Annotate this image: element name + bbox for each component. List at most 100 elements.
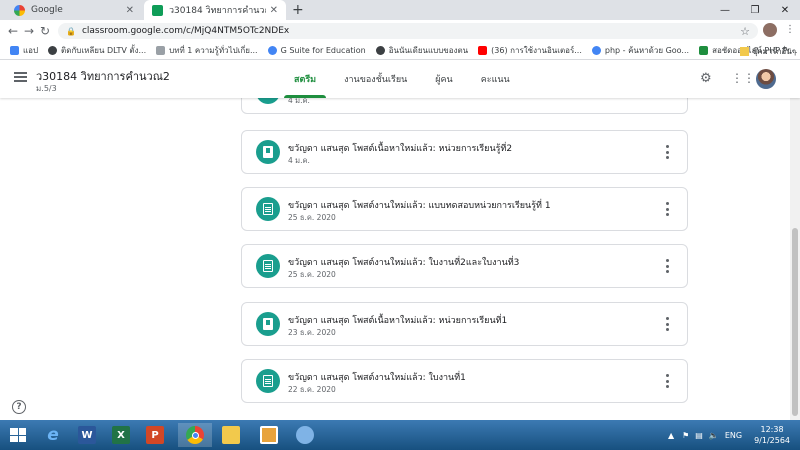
restore-icon[interactable]: ❐: [740, 0, 770, 20]
browser-profile-icon[interactable]: [763, 23, 777, 37]
assignment-icon: [256, 369, 280, 393]
bookmark-item[interactable]: G Suite for Education: [267, 46, 366, 55]
network-icon[interactable]: ▤: [695, 431, 703, 440]
page-scrollbar[interactable]: [790, 98, 800, 420]
assignment-icon: [256, 197, 280, 221]
photos-icon[interactable]: [252, 423, 286, 447]
post-date: 25 ธ.ค. 2020: [288, 270, 336, 279]
stream-post-card[interactable]: ขวัญดา แสนสุด โพสต์งานใหม่แล้ว: ใบงานที่…: [241, 359, 688, 403]
close-window-icon[interactable]: ✕: [770, 0, 800, 20]
powerpoint-icon[interactable]: P: [138, 423, 172, 447]
bookmark-item[interactable]: php - ค้นหาด้วย Goo...: [591, 44, 689, 57]
post-title: ขวัญดา แสนสุด โพสต์งานใหม่แล้ว: แบบทดสอบ…: [288, 201, 551, 211]
other-bookmarks[interactable]: บุ๊กมาร์กอื่นๆ: [739, 45, 796, 58]
class-nav-tabs: สตรีม งานของชั้นเรียน ผู้คน คะแนน: [280, 60, 524, 98]
site-icon: [48, 46, 58, 55]
post-date: 4 ม.ค.: [288, 98, 310, 105]
tab-people[interactable]: ผู้คน: [421, 60, 466, 98]
post-title: ขวัญดา แสนสุด โพสต์เนื้อหาใหม่แล้ว: หน่ว…: [288, 316, 508, 326]
browser-tab-classroom[interactable]: ว30184 วิทยาการคำนวณ2 ม.5/3 ✕: [144, 0, 286, 20]
bookmark-apps[interactable]: แอป: [10, 44, 38, 57]
tab-title: Google: [31, 5, 63, 15]
site-icon: [699, 46, 709, 55]
assignment-icon: [256, 254, 280, 278]
more-options-icon[interactable]: [665, 202, 669, 216]
browser-tab-strip: Google ✕ ว30184 วิทยาการคำนวณ2 ม.5/3 ✕ +…: [0, 0, 800, 20]
more-options-icon[interactable]: [665, 374, 669, 388]
settings-gear-icon[interactable]: ⚙: [700, 71, 712, 86]
post-title: ขวัญดา แสนสุด โพสต์งานใหม่แล้ว: ใบงานที่…: [288, 373, 466, 383]
post-date: 22 ธ.ค. 2020: [288, 385, 336, 394]
tab-grades[interactable]: คะแนน: [467, 60, 524, 98]
class-section: ม.5/3: [36, 84, 57, 93]
close-tab-icon[interactable]: ✕: [270, 5, 278, 16]
bookmark-item[interactable]: บทที่ 1 ความรู้ทั่วไปเกี่ย...: [156, 44, 258, 57]
windows-taskbar: e W X P ▲ ⚑ ▤ 🔈 ENG 12:38 9/1/2564: [0, 420, 800, 450]
bookmark-item[interactable]: (36) การใช้งานอินเตอร์...: [478, 44, 582, 57]
back-icon[interactable]: ←: [8, 24, 18, 38]
main-menu-icon[interactable]: [14, 72, 27, 82]
post-date: 4 ม.ค.: [288, 156, 310, 165]
reload-icon[interactable]: ↻: [40, 24, 50, 38]
stream-post-card[interactable]: ขวัญดา แสนสุด โพสต์เนื้อหาใหม่แล้ว: หน่ว…: [241, 130, 688, 174]
new-tab-icon[interactable]: +: [292, 2, 304, 18]
book-icon: [256, 312, 280, 336]
word-icon[interactable]: W: [70, 423, 104, 447]
bookmarks-bar: แอป ติดกับเหลียน DLTV ตั้ง... บทที่ 1 คว…: [0, 42, 800, 60]
youtube-icon: [478, 46, 488, 55]
forward-icon[interactable]: →: [24, 24, 34, 38]
clock-time: 12:38: [760, 425, 784, 434]
apps-icon: [10, 46, 19, 55]
book-icon: [256, 98, 280, 104]
classroom-header: ว30184 วิทยาการคำนวณ2 ม.5/3 สตรีม งานของ…: [0, 60, 800, 98]
excel-icon[interactable]: X: [104, 423, 138, 447]
google-icon: [591, 46, 601, 55]
bookmark-item[interactable]: ติดกับเหลียน DLTV ตั้ง...: [48, 44, 146, 57]
minimize-icon[interactable]: —: [710, 0, 740, 20]
stream-post-card[interactable]: ขวัญดา แสนสุด โพสต์เนื้อหาใหม่แล้ว: หน่ว…: [241, 302, 688, 346]
site-icon: [375, 46, 385, 55]
clock-date: 9/1/2564: [754, 436, 790, 445]
address-bar-row: ← → ↻ 🔒 classroom.google.com/c/MjQ4NTM5O…: [0, 20, 800, 42]
help-icon[interactable]: ?: [12, 400, 26, 414]
google-icon: [14, 4, 25, 16]
folder-icon: [739, 47, 749, 56]
user-avatar[interactable]: [756, 69, 776, 89]
bookmark-item[interactable]: อินนันเดียนแบบของตน: [375, 44, 468, 57]
internet-explorer-icon[interactable]: e: [36, 423, 70, 447]
tab-title: ว30184 วิทยาการคำนวณ2 ม.5/3: [169, 6, 266, 16]
more-options-icon[interactable]: [665, 259, 669, 273]
stream-post-card[interactable]: ขวัญดา แสนสุด โพสต์งานใหม่แล้ว: ใบงานที่…: [241, 244, 688, 288]
flag-icon[interactable]: ⚑: [682, 431, 689, 440]
lock-icon: 🔒: [66, 26, 76, 36]
post-title: ขวัญดา แสนสุด โพสต์เนื้อหาใหม่แล้ว: หน่ว…: [288, 144, 513, 154]
google-icon: [267, 46, 277, 55]
more-options-icon[interactable]: [665, 145, 669, 159]
language-indicator[interactable]: ENG: [725, 431, 742, 440]
post-date: 25 ธ.ค. 2020: [288, 213, 336, 222]
classroom-icon: [152, 4, 163, 16]
browser-menu-icon[interactable]: ⋮: [785, 24, 795, 35]
taskbar-clock[interactable]: 12:38 9/1/2564: [754, 424, 790, 446]
close-tab-icon[interactable]: ✕: [126, 5, 134, 16]
url-input[interactable]: 🔒 classroom.google.com/c/MjQ4NTM5OTc2NDE…: [58, 23, 758, 39]
paint-icon[interactable]: [288, 423, 322, 447]
volume-icon[interactable]: 🔈: [709, 431, 719, 440]
show-hidden-icons-icon[interactable]: ▲: [668, 431, 674, 440]
system-tray: ▲ ⚑ ▤ 🔈 ENG 12:38 9/1/2564: [668, 420, 800, 450]
stream-post-card[interactable]: 4 ม.ค.: [241, 98, 688, 114]
windows-start-icon[interactable]: [10, 428, 26, 442]
bookmark-star-icon[interactable]: ☆: [740, 25, 750, 38]
more-options-icon[interactable]: [665, 317, 669, 331]
apps-grid-icon[interactable]: ⋮⋮: [731, 71, 755, 85]
tab-classwork[interactable]: งานของชั้นเรียน: [330, 60, 421, 98]
post-title: ขวัญดา แสนสุด โพสต์งานใหม่แล้ว: ใบงานที่…: [288, 258, 520, 268]
browser-tab-google[interactable]: Google ✕: [6, 0, 142, 20]
chrome-icon[interactable]: [178, 423, 212, 447]
stream-feed: 4 ม.ค. ขวัญดา แสนสุด โพสต์เนื้อหาใหม่แล้…: [0, 98, 790, 420]
post-date: 23 ธ.ค. 2020: [288, 328, 336, 337]
tab-stream[interactable]: สตรีม: [280, 60, 330, 98]
scrollbar-thumb[interactable]: [792, 228, 798, 416]
stream-post-card[interactable]: ขวัญดา แสนสุด โพสต์งานใหม่แล้ว: แบบทดสอบ…: [241, 187, 688, 231]
file-explorer-icon[interactable]: [214, 423, 248, 447]
